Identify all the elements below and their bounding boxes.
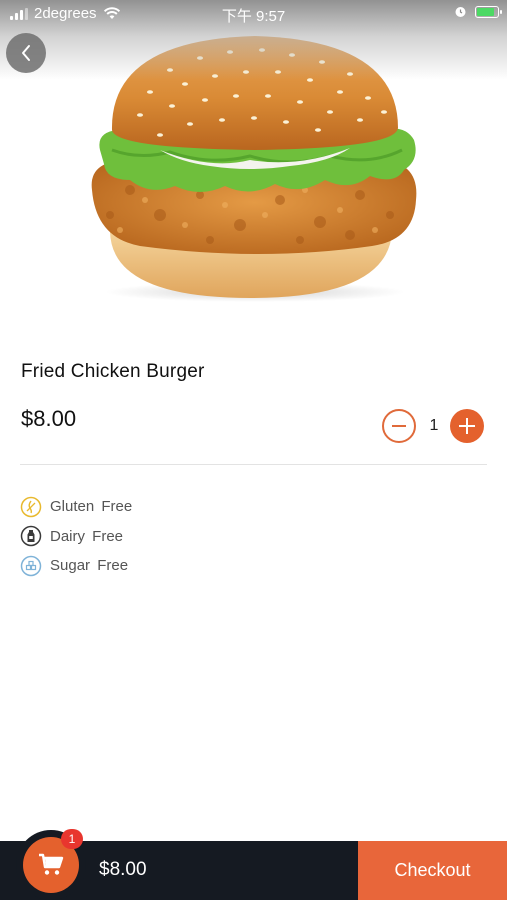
battery-icon: [475, 5, 502, 18]
dairy-free-icon: [20, 526, 42, 547]
quantity-value: 1: [429, 417, 439, 434]
chevron-left-icon: [22, 45, 30, 61]
product-price: $8.00: [21, 406, 77, 431]
cart-total: $8.00: [99, 859, 147, 880]
dietary-list: Gluten Free Dairy Free Sugar Free: [20, 492, 132, 581]
dietary-item-gluten-free: Gluten Free: [20, 492, 132, 522]
product-hero: 2degrees 下午 9:57: [0, 0, 507, 320]
dietary-item-dairy-free: Dairy Free: [20, 522, 132, 552]
dietary-label: Sugar Free: [50, 557, 129, 575]
dietary-label: Gluten Free: [50, 498, 133, 516]
status-time: 下午 9:57: [221, 8, 286, 25]
checkout-button[interactable]: Checkout: [358, 841, 507, 900]
dietary-item-sugar-free: Sugar Free: [20, 551, 132, 581]
status-bar: 2degrees 下午 9:57: [0, 0, 507, 28]
product-name: Fried Chicken Burger: [21, 361, 205, 382]
dietary-label: Dairy Free: [50, 527, 124, 545]
gluten-free-icon: [20, 496, 42, 517]
battery-level: [477, 7, 494, 16]
back-button[interactable]: [6, 33, 46, 73]
cart-count-badge: 1: [61, 829, 83, 849]
status-right: [454, 5, 502, 18]
divider: [20, 464, 487, 465]
increase-quantity-button[interactable]: [450, 409, 484, 443]
decrease-quantity-button[interactable]: [382, 409, 416, 443]
sugar-free-icon: [20, 555, 42, 576]
shopping-cart-icon: [39, 853, 64, 875]
quantity-stepper: 1: [382, 409, 486, 443]
alarm-icon: [455, 7, 466, 17]
